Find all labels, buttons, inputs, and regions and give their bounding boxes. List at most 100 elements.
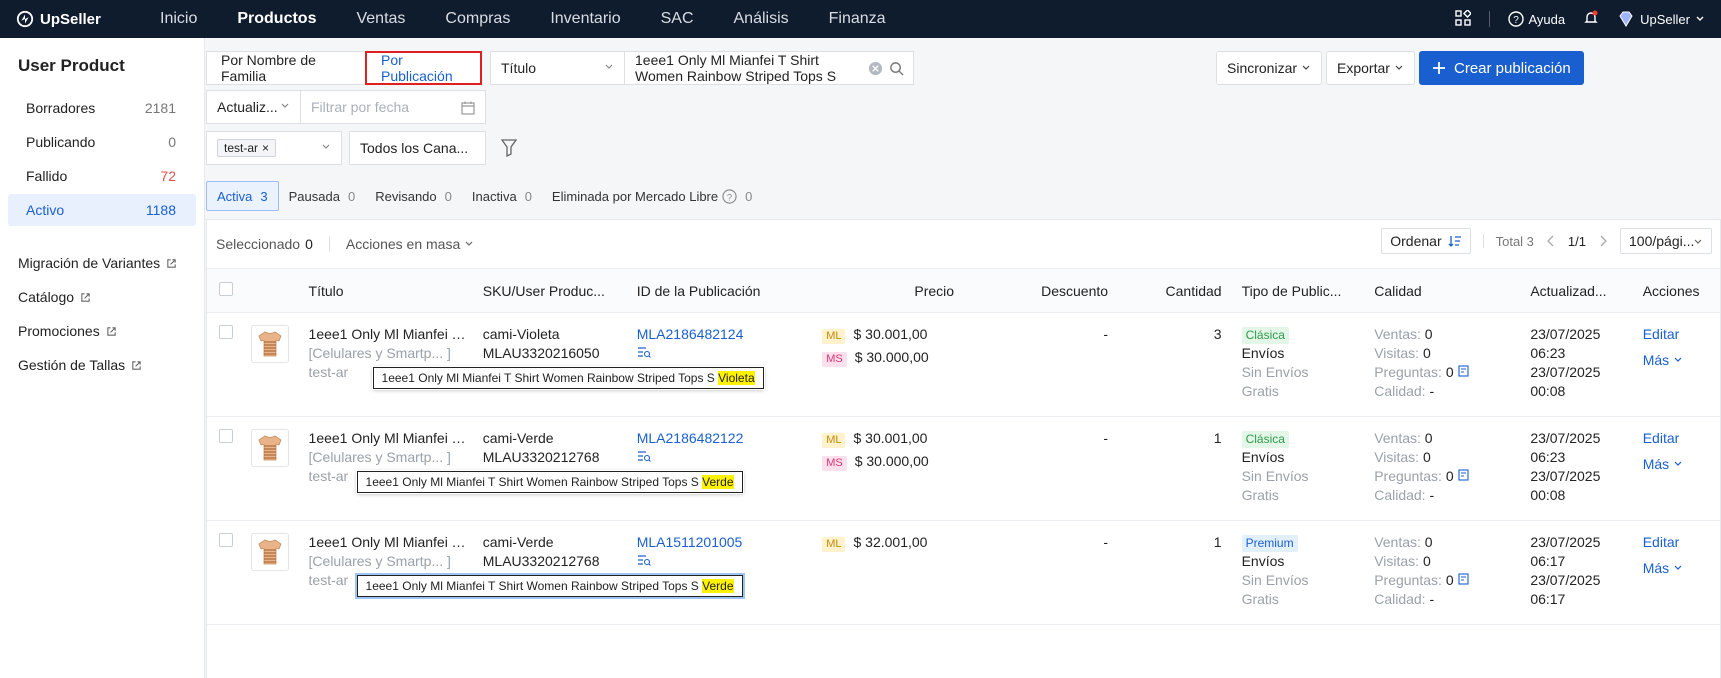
notification-bell-icon[interactable] [1583,10,1599,29]
publication-id-link[interactable]: MLA1511201005 [637,533,810,552]
product-title[interactable]: 1eee1 Only Ml Mianfei T Shirt Women Rain… [309,429,471,448]
nav-analisis[interactable]: Análisis [714,0,809,38]
product-thumbnail[interactable] [250,429,289,467]
sidebar-item-activo[interactable]: Activo 1188 [8,194,196,226]
publication-id-link[interactable]: MLA2186482124 [637,325,810,344]
nav-productos[interactable]: Productos [217,0,336,38]
tab-label: Pausada [288,188,340,204]
updated-date: 23/07/2025 [1530,430,1601,446]
close-icon[interactable]: × [262,141,269,155]
sidebar-item-fallido[interactable]: Fallido 72 [8,160,196,192]
sync-button[interactable]: Sincronizar [1216,51,1323,85]
more-menu[interactable]: Más [1643,455,1683,474]
edit-button[interactable]: Editar [1643,326,1680,342]
bulk-actions-menu[interactable]: Acciones en masa [346,236,474,252]
toggle-por-familia[interactable]: Por Nombre de Familia [206,51,366,85]
export-button[interactable]: Exportar [1326,51,1415,85]
tab-revisando[interactable]: Revisando 0 [365,181,462,211]
publication-id-link[interactable]: MLA2186482122 [637,429,810,448]
questions-detail-icon[interactable] [1457,365,1470,377]
search-input[interactable]: 1eee1 Only Ml Mianfei T Shirt Women Rain… [624,51,914,85]
tab-activa[interactable]: Activa 3 [206,181,279,211]
date-type-select[interactable]: Actualiz... [206,90,301,124]
store-select[interactable]: test-ar × [206,131,342,165]
clear-icon[interactable] [868,61,883,76]
details-icon[interactable] [637,346,651,358]
sidebar-item-publicando[interactable]: Publicando 0 [8,126,196,158]
help-link[interactable]: ? Ayuda [1507,11,1565,27]
next-page-icon[interactable] [1598,235,1608,247]
questions-detail-icon[interactable] [1457,573,1470,585]
row-checkbox[interactable] [219,533,233,547]
quality-label: Calidad: [1374,383,1426,399]
user-product-id: MLAU3320216050 [482,345,600,361]
details-icon[interactable] [637,450,651,462]
updated-time: 06:17 [1530,553,1566,569]
account-menu[interactable]: UpSeller [1617,11,1705,27]
nav-finanza[interactable]: Finanza [809,0,906,38]
user-product-id: MLAU3320212768 [482,553,600,569]
info-icon[interactable]: ? [722,188,737,204]
sidebar-link-migracion[interactable]: Migración de Variantes [0,246,204,280]
tab-pausada[interactable]: Pausada 0 [279,181,366,211]
store-tag[interactable]: test-ar × [217,139,277,157]
filter-icon[interactable] [501,139,517,157]
sync-label: Sincronizar [1227,60,1298,76]
edit-button[interactable]: Editar [1643,430,1680,446]
table-row[interactable]: 1eee1 Only Ml Mianfei T Shirt Women Rain… [207,520,1720,625]
column-header[interactable]: Cantidad [1114,268,1228,313]
column-header[interactable]: Título [302,268,477,313]
sidebar-link-promociones[interactable]: Promociones [0,314,204,348]
total-count: Total 3 [1495,233,1534,249]
create-publication-button[interactable]: Crear publicación [1419,51,1584,85]
more-menu[interactable]: Más [1643,559,1683,578]
apps-grid-icon[interactable] [1454,8,1472,29]
edit-button[interactable]: Editar [1643,534,1680,550]
sidebar-link-catalogo[interactable]: Catálogo [0,280,204,314]
row-checkbox[interactable] [219,325,233,339]
tab-label: Revisando [375,188,437,204]
product-title[interactable]: 1eee1 Only Ml Mianfei T Shirt Women Rain… [309,533,471,552]
tab-inactiva[interactable]: Inactiva 0 [462,181,542,211]
nav-compras[interactable]: Compras [425,0,530,38]
sidebar-link-tallas[interactable]: Gestión de Tallas [0,348,204,382]
column-header[interactable]: Tipo de Public... [1227,268,1361,313]
column-header[interactable]: Descuento [960,268,1115,313]
page-size-select[interactable]: 100/pági... [1620,228,1712,254]
product-thumbnail[interactable] [250,533,289,571]
nav-inicio[interactable]: Inicio [140,0,217,38]
search-field-select[interactable]: Título [490,51,625,85]
tab-eliminada[interactable]: Eliminada por Mercado Libre ? 0 [542,181,762,211]
sidebar-item-count: 1188 [145,202,176,218]
toggle-por-publicacion[interactable]: Por Publicación [365,51,482,85]
select-all-checkbox[interactable] [219,282,233,296]
questions-detail-icon[interactable] [1457,469,1470,481]
brand-logo[interactable]: UpSeller [0,10,120,28]
nav-inventario[interactable]: Inventario [530,0,640,38]
column-header[interactable]: Actualizad... [1524,268,1637,313]
sidebar-item-borradores[interactable]: Borradores 2181 [8,92,196,124]
table-row[interactable]: 1eee1 Only Ml Mianfei T Shirt Women Rain… [207,312,1720,417]
column-header[interactable]: Precio [816,268,961,313]
column-header[interactable]: Calidad [1360,268,1525,313]
more-menu[interactable]: Más [1643,351,1683,370]
column-header[interactable]: ID de la Publicación [630,268,817,313]
product-thumbnail[interactable] [250,325,289,363]
prev-page-icon[interactable] [1546,235,1556,247]
details-icon[interactable] [637,554,651,566]
date-filter-input[interactable]: Filtrar por fecha [300,90,486,124]
nav-sac[interactable]: SAC [641,0,714,38]
row-checkbox[interactable] [219,429,233,443]
table-row[interactable]: 1eee1 Only Ml Mianfei T Shirt Women Rain… [207,416,1720,521]
sidebar-item-label: Publicando [26,134,96,150]
product-title[interactable]: 1eee1 Only Ml Mianfei T Shirt Women Rain… [309,325,471,344]
visits-value: 0 [1422,449,1431,465]
plus-icon [1433,62,1445,74]
nav-ventas[interactable]: Ventas [336,0,425,38]
questions-label: Preguntas: [1374,364,1442,380]
sort-button[interactable]: Ordenar [1381,228,1471,254]
search-icon[interactable] [889,61,904,76]
channel-select[interactable]: Todos los Cana... [349,131,486,165]
column-header[interactable]: SKU/User Produc... [476,268,631,313]
chevron-down-icon [281,103,289,108]
